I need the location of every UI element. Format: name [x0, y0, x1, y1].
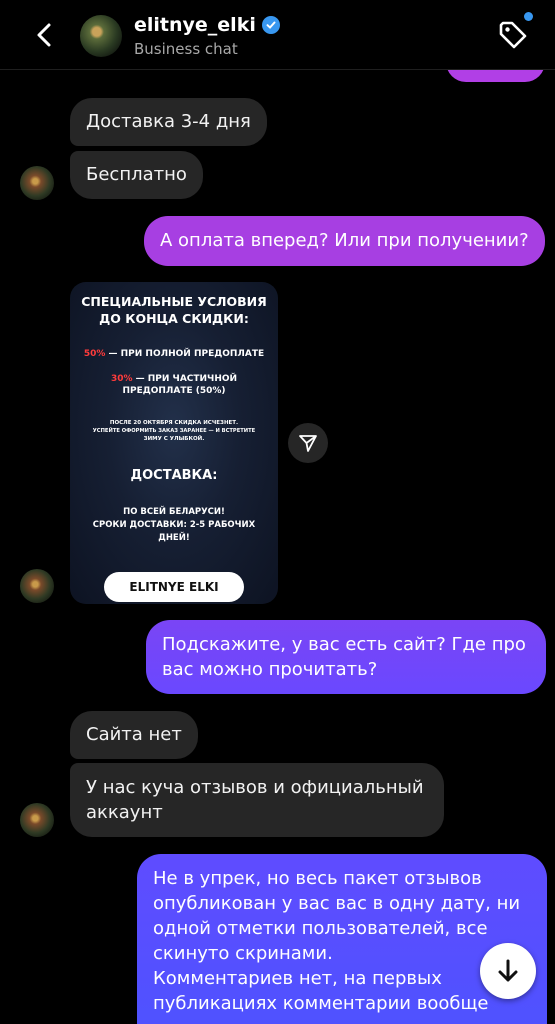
- message-line: вас можно прочитать?: [162, 659, 378, 680]
- profile-avatar[interactable]: [80, 15, 122, 57]
- promo-note-1: ПОСЛЕ 20 ОКТЯБРЯ СКИДКА ИСЧЕЗНЕТ.: [109, 420, 239, 426]
- message-line: У нас куча отзывов и официальный: [86, 777, 424, 798]
- message-line: аккаунт: [86, 802, 163, 823]
- arrow-down-icon: [498, 959, 518, 982]
- message-bubble-outgoing[interactable]: Не в упрек, но весь пакет отзывов опубли…: [137, 854, 547, 1024]
- share-button[interactable]: [288, 423, 328, 463]
- promo-note-2: УСПЕЙТЕ ОФОРМИТЬ ЗАКАЗ ЗАРАНЕЕ — И ВСТРЕ…: [92, 428, 256, 434]
- promo-offer-2-cont: ПРЕДОПЛАТЕ (50%): [122, 386, 226, 396]
- back-button[interactable]: [30, 20, 60, 50]
- sender-avatar[interactable]: [20, 569, 54, 603]
- message-line: одной отметки пользователей, все: [153, 918, 488, 939]
- promo-note-3: ЗИМУ С УЛЫБКОЙ.: [143, 436, 205, 442]
- message-line: публикациях комментарии вообще: [153, 993, 489, 1014]
- verified-badge-icon: [261, 16, 280, 34]
- message-bubble-incoming[interactable]: У нас куча отзывов и официальный аккаунт: [70, 763, 444, 837]
- sender-avatar[interactable]: [20, 803, 54, 837]
- message-line: скинуто скринами.: [153, 943, 333, 964]
- message-line: Подскажите, у вас есть сайт? Где про: [162, 634, 526, 655]
- message-bubble-incoming[interactable]: Доставка 3-4 дня: [70, 98, 267, 146]
- tag-button[interactable]: [496, 18, 530, 52]
- promo-title-2: ДО КОНЦА СКИДКИ:: [99, 311, 249, 326]
- promo-offer-2: 30% — ПРИ ЧАСТИЧНОЙ: [110, 374, 238, 384]
- username[interactable]: elitnye_elki: [134, 14, 256, 36]
- message-bubble-incoming[interactable]: Сайта нет: [70, 711, 198, 759]
- scroll-to-bottom-button[interactable]: [480, 943, 536, 999]
- message-bubble-outgoing[interactable]: А оплата вперед? Или при получении?: [144, 216, 545, 266]
- message-line: Комментариев нет, на первых: [153, 968, 442, 989]
- promo-offer-1: 50% — ПРИ ПОЛНОЙ ПРЕДОПЛАТЕ: [83, 349, 265, 359]
- message-line: опубликован у вас вас в одну дату, ни: [153, 893, 521, 914]
- promo-delivery-title: ДОСТАВКА:: [130, 468, 218, 483]
- chevron-left-icon: [37, 23, 51, 47]
- message-line: Не в упрек, но весь пакет отзывов: [153, 868, 482, 889]
- promo-delivery-1: ПО ВСЕЙ БЕЛАРУСИ!: [123, 507, 225, 517]
- promo-title-1: СПЕЦИАЛЬНЫЕ УСЛОВИЯ: [81, 294, 267, 309]
- chat-subtitle: Business chat: [134, 40, 238, 58]
- promo-button: ELITNYE ELKI: [104, 572, 244, 602]
- promo-image-message[interactable]: СПЕЦИАЛЬНЫЕ УСЛОВИЯ ДО КОНЦА СКИДКИ: 50%…: [70, 282, 278, 604]
- promo-delivery-3: ДНЕЙ!: [158, 533, 190, 543]
- message-bubble-incoming[interactable]: Бесплатно: [70, 151, 203, 199]
- notification-dot: [524, 12, 533, 21]
- chat-header: elitnye_elki Business chat: [0, 0, 555, 70]
- promo-delivery-2: СРОКИ ДОСТАВКИ: 2-5 РАБОЧИХ: [92, 520, 256, 530]
- tag-icon: [499, 21, 527, 49]
- send-icon: [299, 435, 317, 452]
- message-bubble-outgoing[interactable]: Подскажите, у вас есть сайт? Где про вас…: [146, 620, 546, 694]
- sender-avatar[interactable]: [20, 166, 54, 200]
